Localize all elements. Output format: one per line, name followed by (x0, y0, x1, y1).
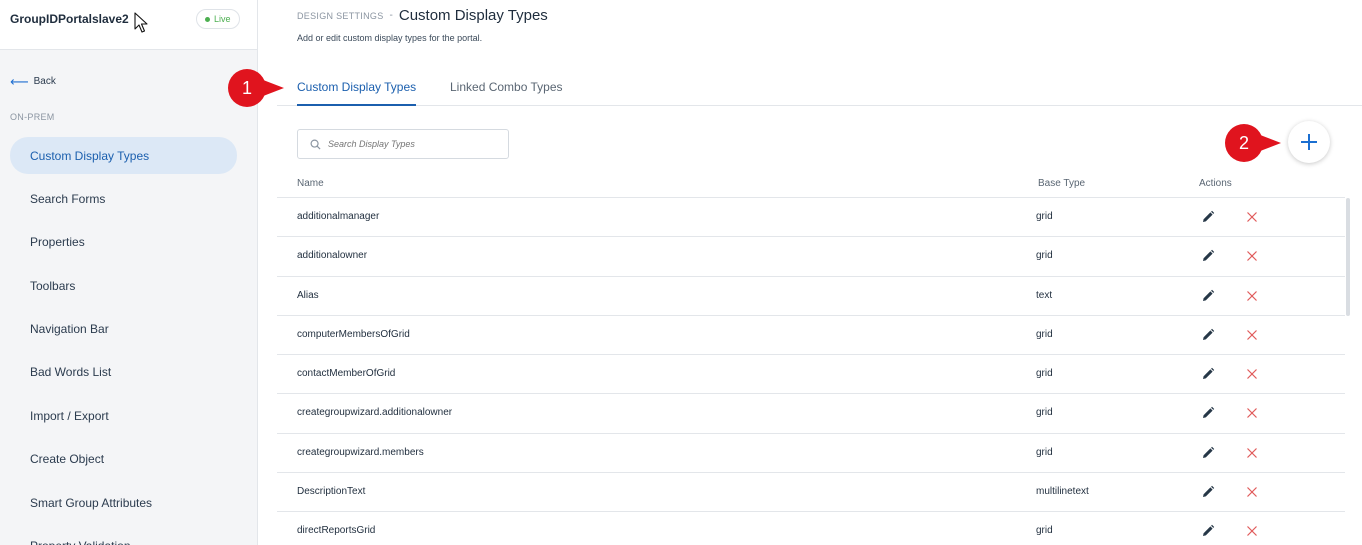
sidebar-item-custom-display-types[interactable]: Custom Display Types (10, 137, 237, 174)
delete-x-icon[interactable] (1245, 367, 1259, 381)
tab-custom-display-types[interactable]: Custom Display Types (297, 80, 417, 106)
search-icon (310, 139, 321, 150)
table-row[interactable]: additionalmanager grid (277, 198, 1345, 238)
sidebar-item-properties[interactable]: Properties (10, 224, 237, 261)
column-header-actions: Actions (1199, 178, 1232, 189)
edit-pencil-icon[interactable] (1201, 328, 1215, 342)
row-base-type: text (1036, 289, 1053, 301)
row-name: creategroupwizard.additionalowner (297, 407, 453, 419)
delete-x-icon[interactable] (1245, 328, 1259, 342)
breadcrumb-parent[interactable]: DESIGN SETTINGS (297, 11, 384, 21)
table-row[interactable]: Alias text (277, 277, 1345, 316)
sidebar-item-search-forms[interactable]: Search Forms (10, 180, 237, 217)
table-row[interactable]: creategroupwizard.members grid (277, 434, 1345, 474)
annotation-number: 1 (228, 69, 266, 107)
add-display-type-button[interactable] (1288, 121, 1330, 163)
status-badge-label: Live (214, 14, 231, 24)
row-name: additionalmanager (297, 211, 380, 222)
row-base-type: grid (1036, 446, 1053, 458)
breadcrumb-separator: - (389, 10, 393, 21)
delete-x-icon[interactable] (1245, 524, 1259, 538)
delete-x-icon[interactable] (1245, 485, 1259, 499)
column-header-base-type[interactable]: Base Type (1038, 178, 1085, 189)
row-base-type: grid (1036, 328, 1053, 340)
annotation-number: 2 (1225, 124, 1263, 162)
table-row[interactable]: creategroupwizard.additionalowner grid (277, 394, 1345, 434)
sidebar-item-navigation-bar[interactable]: Navigation Bar (10, 311, 237, 348)
table-row[interactable]: additionalowner grid (277, 237, 1345, 277)
row-base-type: grid (1036, 407, 1053, 419)
sidebar: GroupIDPortalslave2 Live ⟵ Back ON-PREM … (0, 0, 258, 545)
status-badge: Live (196, 9, 240, 29)
display-types-table: additionalmanager grid additionalowner grid… (277, 198, 1345, 545)
arrow-left-icon: ⟵ (10, 74, 29, 89)
page-title: Custom Display Types (398, 7, 548, 24)
portal-name[interactable]: GroupIDPortalslave2 (10, 12, 129, 26)
breadcrumb: DESIGN SETTINGS - Custom Display Types (297, 7, 548, 24)
edit-pencil-icon[interactable] (1201, 446, 1215, 460)
edit-pencil-icon[interactable] (1201, 210, 1215, 224)
sidebar-item-property-validation[interactable]: Property Validation (10, 528, 237, 545)
delete-x-icon[interactable] (1245, 289, 1259, 303)
edit-pencil-icon[interactable] (1201, 485, 1215, 499)
row-name: directReportsGrid (297, 525, 376, 537)
row-name: additionalowner (297, 250, 368, 262)
edit-pencil-icon[interactable] (1201, 524, 1215, 538)
row-name: computerMembersOfGrid (297, 328, 410, 340)
mouse-cursor-icon (134, 12, 148, 33)
table-row[interactable]: contactMemberOfGrid grid (277, 355, 1345, 395)
table-header: Name Base Type Actions (277, 172, 1345, 198)
annotation-marker-2: 2 (1225, 124, 1281, 162)
row-base-type: multilinetext (1036, 486, 1089, 498)
tab-bar: Custom Display Types Linked Combo Types (277, 75, 1362, 106)
table-row[interactable]: DescriptionText multilinetext (277, 473, 1345, 513)
edit-pencil-icon[interactable] (1201, 289, 1215, 303)
edit-pencil-icon[interactable] (1201, 249, 1215, 263)
search-input[interactable] (328, 139, 498, 149)
annotation-marker-1: 1 (228, 69, 284, 107)
row-base-type: grid (1036, 211, 1053, 222)
delete-x-icon[interactable] (1245, 406, 1259, 420)
portal-header: GroupIDPortalslave2 Live (0, 0, 257, 50)
sidebar-item-smart-group-attributes[interactable]: Smart Group Attributes (10, 484, 237, 521)
section-label: ON-PREM (10, 112, 55, 122)
page-subtitle: Add or edit custom display types for the… (297, 33, 483, 43)
back-link[interactable]: ⟵ Back (10, 75, 56, 88)
table-row[interactable]: directReportsGrid grid (277, 512, 1345, 545)
row-base-type: grid (1036, 368, 1053, 380)
delete-x-icon[interactable] (1245, 210, 1259, 224)
row-base-type: grid (1036, 525, 1053, 537)
sidebar-item-import-export[interactable]: Import / Export (10, 397, 237, 434)
row-base-type: grid (1036, 250, 1053, 262)
sidebar-nav: Custom Display Types Search Forms Proper… (10, 137, 237, 545)
sidebar-item-create-object[interactable]: Create Object (10, 441, 237, 478)
row-name: contactMemberOfGrid (297, 368, 396, 380)
row-name: Alias (297, 289, 319, 301)
sidebar-item-bad-words-list[interactable]: Bad Words List (10, 354, 237, 391)
plus-icon (1301, 134, 1317, 150)
tab-linked-combo-types[interactable]: Linked Combo Types (450, 80, 563, 106)
table-row[interactable]: computerMembersOfGrid grid (277, 316, 1345, 356)
column-header-name[interactable]: Name (297, 178, 324, 189)
edit-pencil-icon[interactable] (1201, 406, 1215, 420)
live-dot-icon (205, 16, 210, 22)
delete-x-icon[interactable] (1245, 446, 1259, 460)
delete-x-icon[interactable] (1245, 249, 1259, 263)
table-scrollbar[interactable] (1346, 198, 1350, 316)
row-name: DescriptionText (297, 486, 366, 498)
search-field[interactable] (297, 129, 509, 159)
sidebar-item-toolbars[interactable]: Toolbars (10, 267, 237, 304)
edit-pencil-icon[interactable] (1201, 367, 1215, 381)
back-label: Back (33, 76, 56, 87)
row-name: creategroupwizard.members (297, 446, 424, 458)
